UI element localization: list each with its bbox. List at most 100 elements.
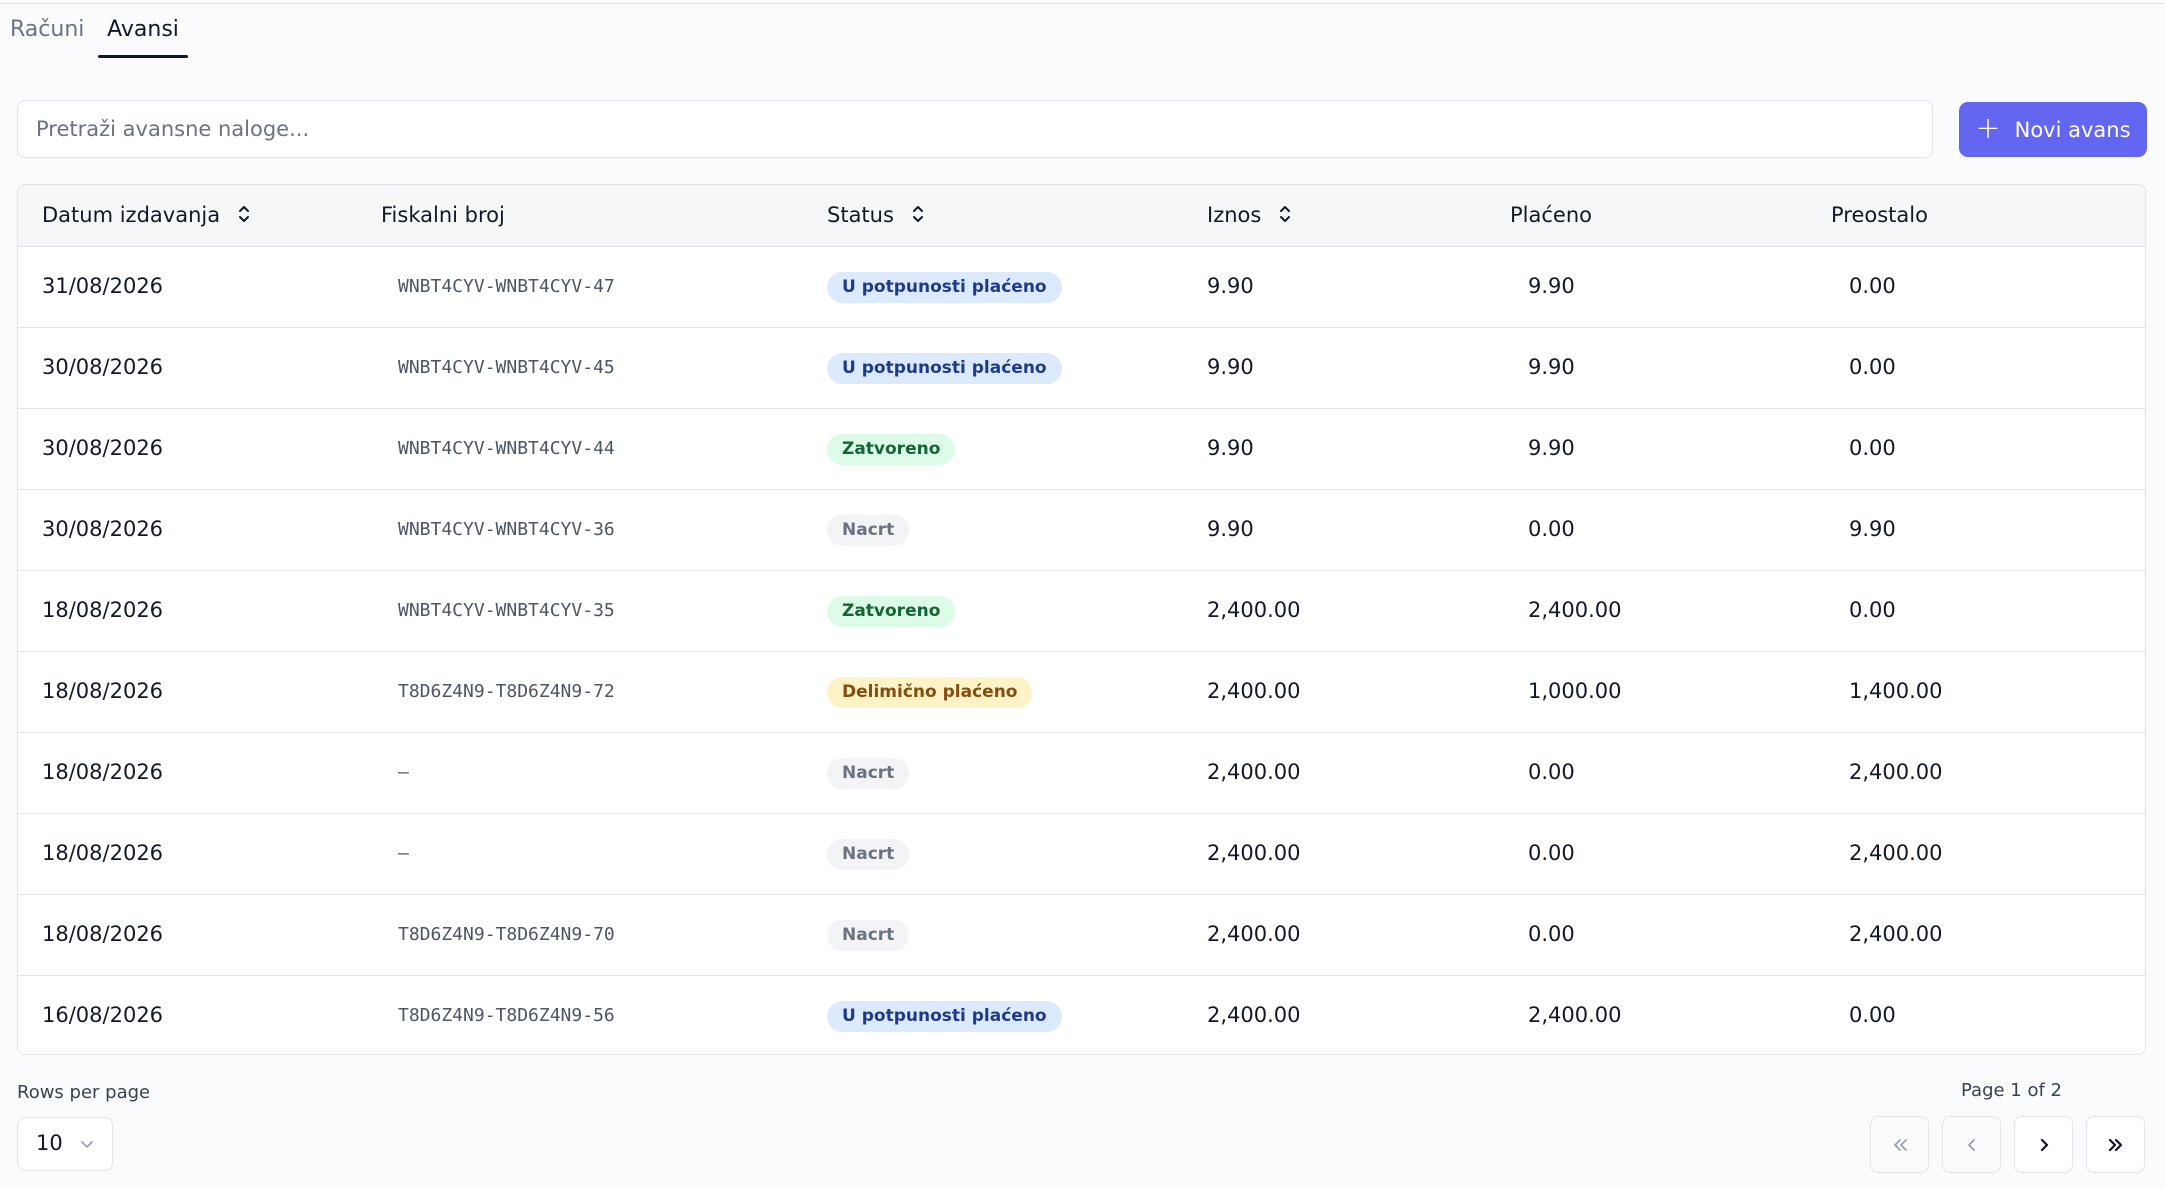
new-advance-label: Novi avans xyxy=(2014,117,2131,142)
cell-fiscal-number: WNBT4CYV-WNBT4CYV-47 xyxy=(398,276,615,297)
next-page-button[interactable] xyxy=(2014,1116,2073,1173)
cell-amount: 2,400.00 xyxy=(1207,679,1301,703)
table-row[interactable]: 30/08/2026 WNBT4CYV-WNBT4CYV-45 U potpun… xyxy=(18,327,2145,409)
cell-status: Nacrt xyxy=(827,813,910,894)
cell-amount: 2,400.00 xyxy=(1207,922,1301,946)
cell-status: U potpunosti plaćeno xyxy=(827,327,1062,408)
table-row[interactable]: 30/08/2026 WNBT4CYV-WNBT4CYV-36 Nacrt 9.… xyxy=(18,489,2145,571)
table-row[interactable]: 18/08/2026 T8D6Z4N9-T8D6Z4N9-72 Delimičn… xyxy=(18,651,2145,733)
cell-date: 18/08/2026 xyxy=(42,679,164,703)
cell-paid: 1,000.00 xyxy=(1528,679,1622,703)
cell-fiscal-number: T8D6Z4N9-T8D6Z4N9-70 xyxy=(398,924,615,945)
cell-fiscal-number: WNBT4CYV-WNBT4CYV-45 xyxy=(398,357,615,378)
cell-status: U potpunosti plaćeno xyxy=(827,246,1062,327)
cell-amount: 9.90 xyxy=(1207,517,1254,541)
table-row[interactable]: 30/08/2026 WNBT4CYV-WNBT4CYV-44 Zatvoren… xyxy=(18,408,2145,490)
cell-status: Nacrt xyxy=(827,894,910,975)
cell-paid: 0.00 xyxy=(1528,760,1575,784)
status-badge: U potpunosti plaćeno xyxy=(827,352,1062,384)
sort-icon xyxy=(238,206,249,222)
cell-remaining: 2,400.00 xyxy=(1849,841,1943,865)
cell-amount: 2,400.00 xyxy=(1207,841,1301,865)
cell-date: 18/08/2026 xyxy=(42,760,164,784)
status-badge: U potpunosti plaćeno xyxy=(827,1000,1062,1032)
chevron-down-icon xyxy=(81,1141,93,1148)
cell-amount: 9.90 xyxy=(1207,274,1254,298)
table-row[interactable]: 16/08/2026 T8D6Z4N9-T8D6Z4N9-56 U potpun… xyxy=(18,975,2145,1054)
cell-status: U potpunosti plaćeno xyxy=(827,975,1062,1054)
cell-amount: 9.90 xyxy=(1207,355,1254,379)
cell-fiscal-number: WNBT4CYV-WNBT4CYV-36 xyxy=(398,519,615,540)
cell-paid: 0.00 xyxy=(1528,841,1575,865)
cell-status: Zatvoreno xyxy=(827,570,956,651)
cell-fiscal-number: WNBT4CYV-WNBT4CYV-35 xyxy=(398,600,615,621)
cell-remaining: 0.00 xyxy=(1849,598,1896,622)
status-badge: Nacrt xyxy=(827,919,910,951)
table-row[interactable]: 31/08/2026 WNBT4CYV-WNBT4CYV-47 U potpun… xyxy=(18,246,2145,328)
chevrons-left-icon xyxy=(1893,1138,1907,1151)
cell-amount: 2,400.00 xyxy=(1207,598,1301,622)
column-header-remaining: Preostalo xyxy=(1831,185,1928,246)
cell-paid: 9.90 xyxy=(1528,274,1575,298)
cell-date: 18/08/2026 xyxy=(42,841,164,865)
column-header-paid: Plaćeno xyxy=(1510,185,1592,246)
first-page-button[interactable] xyxy=(1870,1116,1929,1173)
cell-remaining: 1,400.00 xyxy=(1849,679,1943,703)
cell-date: 31/08/2026 xyxy=(42,274,164,298)
table-row[interactable]: 18/08/2026 — Nacrt 2,400.00 0.00 2,400.0… xyxy=(18,813,2145,895)
column-header-fiscal-number-label: Fiskalni broj xyxy=(381,203,505,227)
status-badge: Nacrt xyxy=(827,514,910,546)
plus-icon: + xyxy=(1975,110,2001,146)
cell-remaining: 0.00 xyxy=(1849,355,1896,379)
cell-remaining: 2,400.00 xyxy=(1849,760,1943,784)
search-input[interactable] xyxy=(17,100,1933,158)
new-advance-button[interactable]: + Novi avans xyxy=(1959,102,2147,157)
cell-remaining: 0.00 xyxy=(1849,1003,1896,1027)
cell-status: Delimično plaćeno xyxy=(827,651,1033,732)
column-header-paid-label: Plaćeno xyxy=(1510,203,1592,227)
sort-icon xyxy=(1280,206,1291,222)
tab-avansi[interactable]: Avansi xyxy=(98,12,188,58)
column-header-date-label: Datum izdavanja xyxy=(42,203,221,227)
chevron-right-icon xyxy=(2040,1138,2048,1151)
column-header-date[interactable]: Datum izdavanja xyxy=(42,185,251,246)
table-row[interactable]: 18/08/2026 T8D6Z4N9-T8D6Z4N9-70 Nacrt 2,… xyxy=(18,894,2145,976)
chevrons-right-icon xyxy=(2108,1138,2122,1151)
status-badge: U potpunosti plaćeno xyxy=(827,271,1062,303)
advances-table: Datum izdavanja Fiskalni broj Status Izn… xyxy=(17,184,2146,1055)
cell-amount: 9.90 xyxy=(1207,436,1254,460)
cell-status: Nacrt xyxy=(827,732,910,813)
cell-remaining: 9.90 xyxy=(1849,517,1896,541)
cell-date: 30/08/2026 xyxy=(42,355,164,379)
cell-fiscal-number: WNBT4CYV-WNBT4CYV-44 xyxy=(398,438,615,459)
cell-remaining: 0.00 xyxy=(1849,274,1896,298)
rows-per-page-select[interactable]: 10 xyxy=(17,1117,113,1171)
table-row[interactable]: 18/08/2026 — Nacrt 2,400.00 0.00 2,400.0… xyxy=(18,732,2145,814)
column-header-status-label: Status xyxy=(827,203,894,227)
column-header-amount[interactable]: Iznos xyxy=(1207,185,1292,246)
last-page-button[interactable] xyxy=(2086,1116,2145,1173)
column-header-status[interactable]: Status xyxy=(827,185,925,246)
cell-remaining: 2,400.00 xyxy=(1849,922,1943,946)
column-header-remaining-label: Preostalo xyxy=(1831,203,1928,227)
status-badge: Nacrt xyxy=(827,838,910,870)
cell-paid: 9.90 xyxy=(1528,436,1575,460)
tab-racuni[interactable]: Računi xyxy=(10,12,84,58)
cell-paid: 0.00 xyxy=(1528,922,1575,946)
cell-fiscal-number: — xyxy=(398,762,409,783)
status-badge: Zatvoreno xyxy=(827,595,956,627)
cell-date: 30/08/2026 xyxy=(42,517,164,541)
page-info: Page 1 of 2 xyxy=(1961,1080,2062,1101)
cell-fiscal-number: T8D6Z4N9-T8D6Z4N9-56 xyxy=(398,1005,615,1026)
cell-date: 18/08/2026 xyxy=(42,922,164,946)
cell-fiscal-number: T8D6Z4N9-T8D6Z4N9-72 xyxy=(398,681,615,702)
status-badge: Zatvoreno xyxy=(827,433,956,465)
cell-date: 30/08/2026 xyxy=(42,436,164,460)
sort-icon xyxy=(912,206,923,222)
rows-per-page-label: Rows per page xyxy=(17,1082,151,1103)
cell-paid: 2,400.00 xyxy=(1528,1003,1622,1027)
table-row[interactable]: 18/08/2026 WNBT4CYV-WNBT4CYV-35 Zatvoren… xyxy=(18,570,2145,652)
column-header-amount-label: Iznos xyxy=(1207,203,1262,227)
previous-page-button[interactable] xyxy=(1942,1116,2001,1173)
active-tab-indicator xyxy=(98,55,188,58)
